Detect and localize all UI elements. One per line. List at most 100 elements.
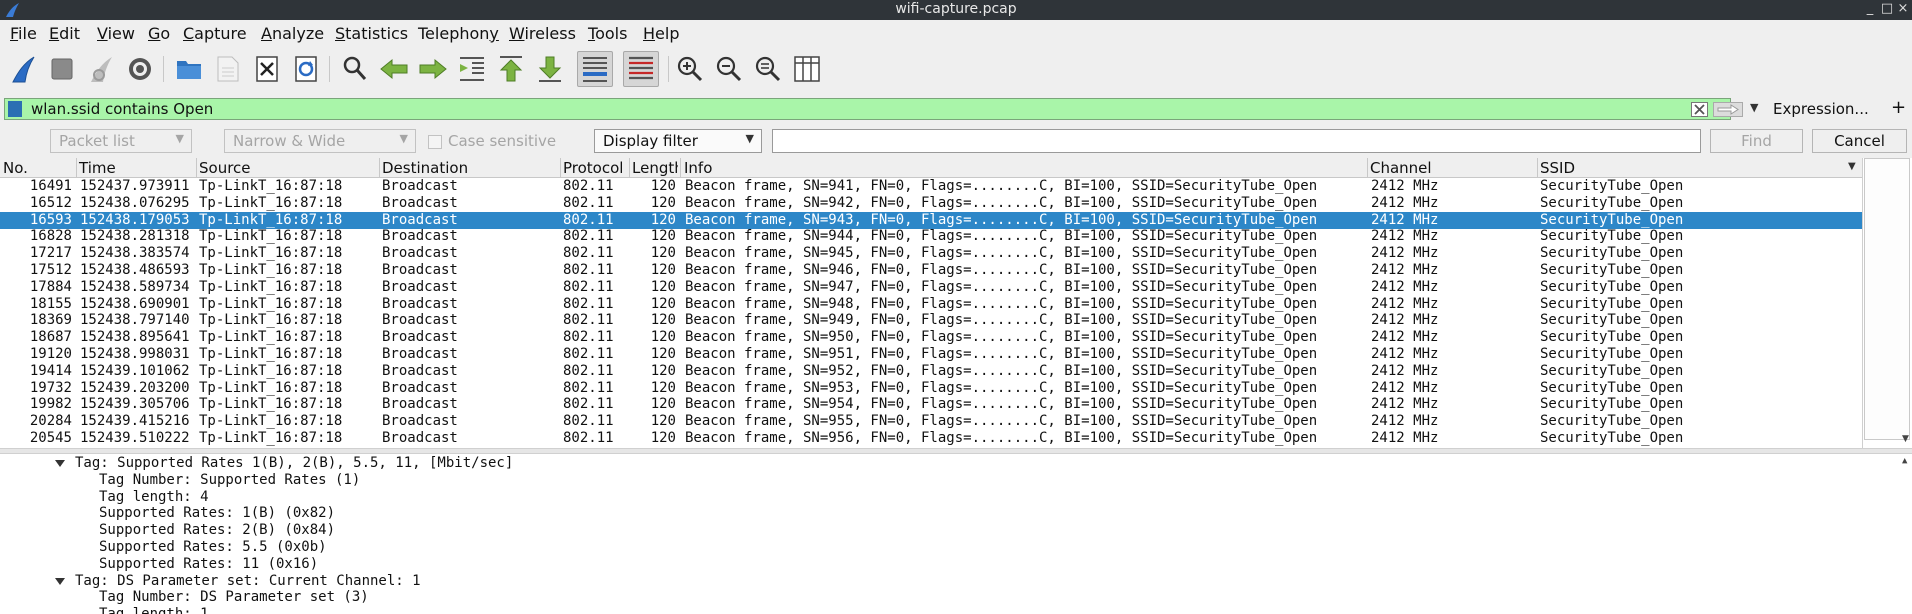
- table-row[interactable]: 16512 152438.076295 Tp-LinkT_16:87:18 Broad…: [0, 195, 1862, 212]
- column-header-protocol[interactable]: Protocol: [563, 159, 623, 177]
- zoom-in-button[interactable]: [674, 53, 706, 85]
- zoom-normal-button[interactable]: [752, 53, 784, 85]
- go-forward-button[interactable]: [417, 53, 449, 85]
- narrow-wide-select[interactable]: Narrow & Wide ▼: [224, 129, 416, 153]
- column-divider[interactable]: [629, 158, 630, 177]
- table-row[interactable]: 16491 152437.973911 Tp-LinkT_16:87:18 Broad…: [0, 178, 1862, 195]
- column-header-ssid[interactable]: SSID: [1540, 159, 1575, 177]
- tree-leaf[interactable]: Tag Number: DS Parameter set (3): [99, 589, 369, 606]
- reload-file-button[interactable]: [290, 53, 322, 85]
- close-file-button[interactable]: [251, 53, 283, 85]
- open-file-button[interactable]: [173, 53, 205, 85]
- menu-statistics[interactable]: Statistics: [335, 24, 408, 43]
- find-search-input[interactable]: [772, 129, 1701, 153]
- menu-view[interactable]: View: [97, 24, 135, 43]
- column-divider[interactable]: [560, 158, 561, 177]
- menu-analyze[interactable]: Analyze: [261, 24, 324, 43]
- column-divider[interactable]: [1537, 158, 1538, 177]
- column-header-no[interactable]: No.: [3, 159, 28, 177]
- column-divider[interactable]: [379, 158, 380, 177]
- menu-help[interactable]: Help: [643, 24, 679, 43]
- start-capture-button[interactable]: [7, 53, 39, 85]
- menu-edit[interactable]: Edit: [49, 24, 80, 43]
- tree-leaf[interactable]: Tag Number: Supported Rates (1): [99, 472, 360, 489]
- menu-file[interactable]: File: [10, 24, 37, 43]
- column-header-source[interactable]: Source: [199, 159, 251, 177]
- minimize-button[interactable]: _: [1863, 1, 1877, 16]
- filter-history-dropdown-icon[interactable]: ▼: [1750, 101, 1758, 114]
- menu-tools[interactable]: Tools: [588, 24, 627, 43]
- search-type-select[interactable]: Display filter ▼: [594, 129, 762, 153]
- column-divider[interactable]: [1367, 158, 1368, 177]
- autoscroll-toggle[interactable]: [577, 51, 613, 87]
- table-row[interactable]: 19982 152439.305706 Tp-LinkT_16:87:18 Broad…: [0, 396, 1862, 413]
- close-window-button[interactable]: ×: [1896, 1, 1910, 16]
- column-header-time[interactable]: Time: [79, 159, 116, 177]
- tree-leaf[interactable]: Supported Rates: 1(B) (0x82): [99, 505, 335, 522]
- table-row-selected[interactable]: 16593 152438.179053 Tp-LinkT_16:87:18 Broad…: [0, 211, 1862, 229]
- packet-list-select[interactable]: Packet list ▼: [50, 129, 192, 153]
- expression-button[interactable]: Expression...: [1773, 100, 1869, 118]
- expand-triangle-icon[interactable]: [55, 460, 65, 467]
- resize-columns-button[interactable]: [791, 53, 823, 85]
- table-row[interactable]: 20284 152439.415216 Tp-LinkT_16:87:18 Broad…: [0, 413, 1862, 430]
- go-last-packet-button[interactable]: [534, 53, 566, 85]
- bookmark-icon[interactable]: [8, 101, 22, 117]
- table-row[interactable]: 17217 152438.383574 Tp-LinkT_16:87:18 Broad…: [0, 245, 1862, 262]
- column-header-channel[interactable]: Channel: [1370, 159, 1432, 177]
- tree-leaf[interactable]: Supported Rates: 11 (0x16): [99, 556, 318, 573]
- maximize-button[interactable]: □: [1880, 1, 1894, 16]
- find-packet-button[interactable]: [339, 53, 371, 85]
- menu-capture[interactable]: Capture: [183, 24, 247, 43]
- table-row[interactable]: 18687 152438.895641 Tp-LinkT_16:87:18 Broad…: [0, 329, 1862, 346]
- expand-triangle-icon[interactable]: [55, 577, 65, 585]
- table-row[interactable]: 20545 152439.510222 Tp-LinkT_16:87:18 Broad…: [0, 430, 1862, 447]
- tree-leaf[interactable]: Tag length: 1: [99, 606, 209, 614]
- table-row[interactable]: 17512 152438.486593 Tp-LinkT_16:87:18 Broad…: [0, 262, 1862, 279]
- restart-capture-button[interactable]: [85, 53, 117, 85]
- save-file-button[interactable]: [212, 53, 244, 85]
- cell-length: 120: [650, 194, 676, 211]
- clear-filter-icon[interactable]: [1691, 102, 1708, 117]
- tree-node[interactable]: Tag: Supported Rates 1(B), 2(B), 5.5, 11…: [75, 455, 513, 472]
- scroll-up-icon[interactable]: ▲: [1902, 456, 1907, 466]
- find-button[interactable]: Find: [1710, 129, 1803, 153]
- column-divider[interactable]: [76, 158, 77, 177]
- display-filter-input[interactable]: wlan.ssid contains Open ▼: [4, 98, 1758, 120]
- add-filter-button[interactable]: +: [1891, 97, 1906, 118]
- table-row[interactable]: 19732 152439.203200 Tp-LinkT_16:87:18 Broad…: [0, 380, 1862, 397]
- tree-leaf[interactable]: Supported Rates: 2(B) (0x84): [99, 522, 335, 539]
- column-header-info[interactable]: Info: [684, 159, 712, 177]
- case-sensitive-checkbox[interactable]: [428, 135, 442, 149]
- colorize-toggle[interactable]: [623, 51, 659, 87]
- go-to-packet-button[interactable]: [456, 53, 488, 85]
- table-row[interactable]: 17884 152438.589734 Tp-LinkT_16:87:18 Broad…: [0, 279, 1862, 296]
- scrollbar-thumb[interactable]: [1864, 158, 1910, 440]
- menu-wireless[interactable]: Wireless: [509, 24, 576, 43]
- tree-node[interactable]: Tag: DS Parameter set: Current Channel: …: [75, 573, 421, 590]
- table-row[interactable]: 19414 152439.101062 Tp-LinkT_16:87:18 Broad…: [0, 363, 1862, 380]
- zoom-out-button[interactable]: [713, 53, 745, 85]
- column-divider[interactable]: [680, 158, 681, 177]
- details-scrollbar[interactable]: ▲: [1902, 454, 1912, 614]
- go-back-button[interactable]: [378, 53, 410, 85]
- cancel-find-button[interactable]: Cancel: [1812, 129, 1907, 153]
- cell-length: 120: [650, 413, 676, 430]
- apply-filter-icon[interactable]: [1713, 102, 1743, 117]
- menu-telephony[interactable]: Telephony: [418, 24, 499, 43]
- capture-options-button[interactable]: [124, 53, 156, 85]
- table-row[interactable]: 18369 152438.797140 Tp-LinkT_16:87:18 Broad…: [0, 312, 1862, 329]
- menu-go[interactable]: Go: [148, 24, 170, 43]
- column-divider[interactable]: [196, 158, 197, 177]
- packet-list-scrollbar[interactable]: ▼: [1862, 158, 1912, 448]
- column-header-length[interactable]: Length: [632, 159, 678, 177]
- scroll-down-icon[interactable]: ▼: [1902, 434, 1909, 444]
- stop-capture-button[interactable]: [46, 53, 78, 85]
- table-row[interactable]: 18155 152438.690901 Tp-LinkT_16:87:18 Broad…: [0, 296, 1862, 313]
- column-header-destination[interactable]: Destination: [382, 159, 468, 177]
- table-row[interactable]: 16828 152438.281318 Tp-LinkT_16:87:18 Broad…: [0, 228, 1862, 245]
- tree-leaf[interactable]: Tag length: 4: [99, 489, 209, 506]
- table-row[interactable]: 19120 152438.998031 Tp-LinkT_16:87:18 Broad…: [0, 346, 1862, 363]
- tree-leaf[interactable]: Supported Rates: 5.5 (0x0b): [99, 539, 327, 556]
- go-first-packet-button[interactable]: [495, 53, 527, 85]
